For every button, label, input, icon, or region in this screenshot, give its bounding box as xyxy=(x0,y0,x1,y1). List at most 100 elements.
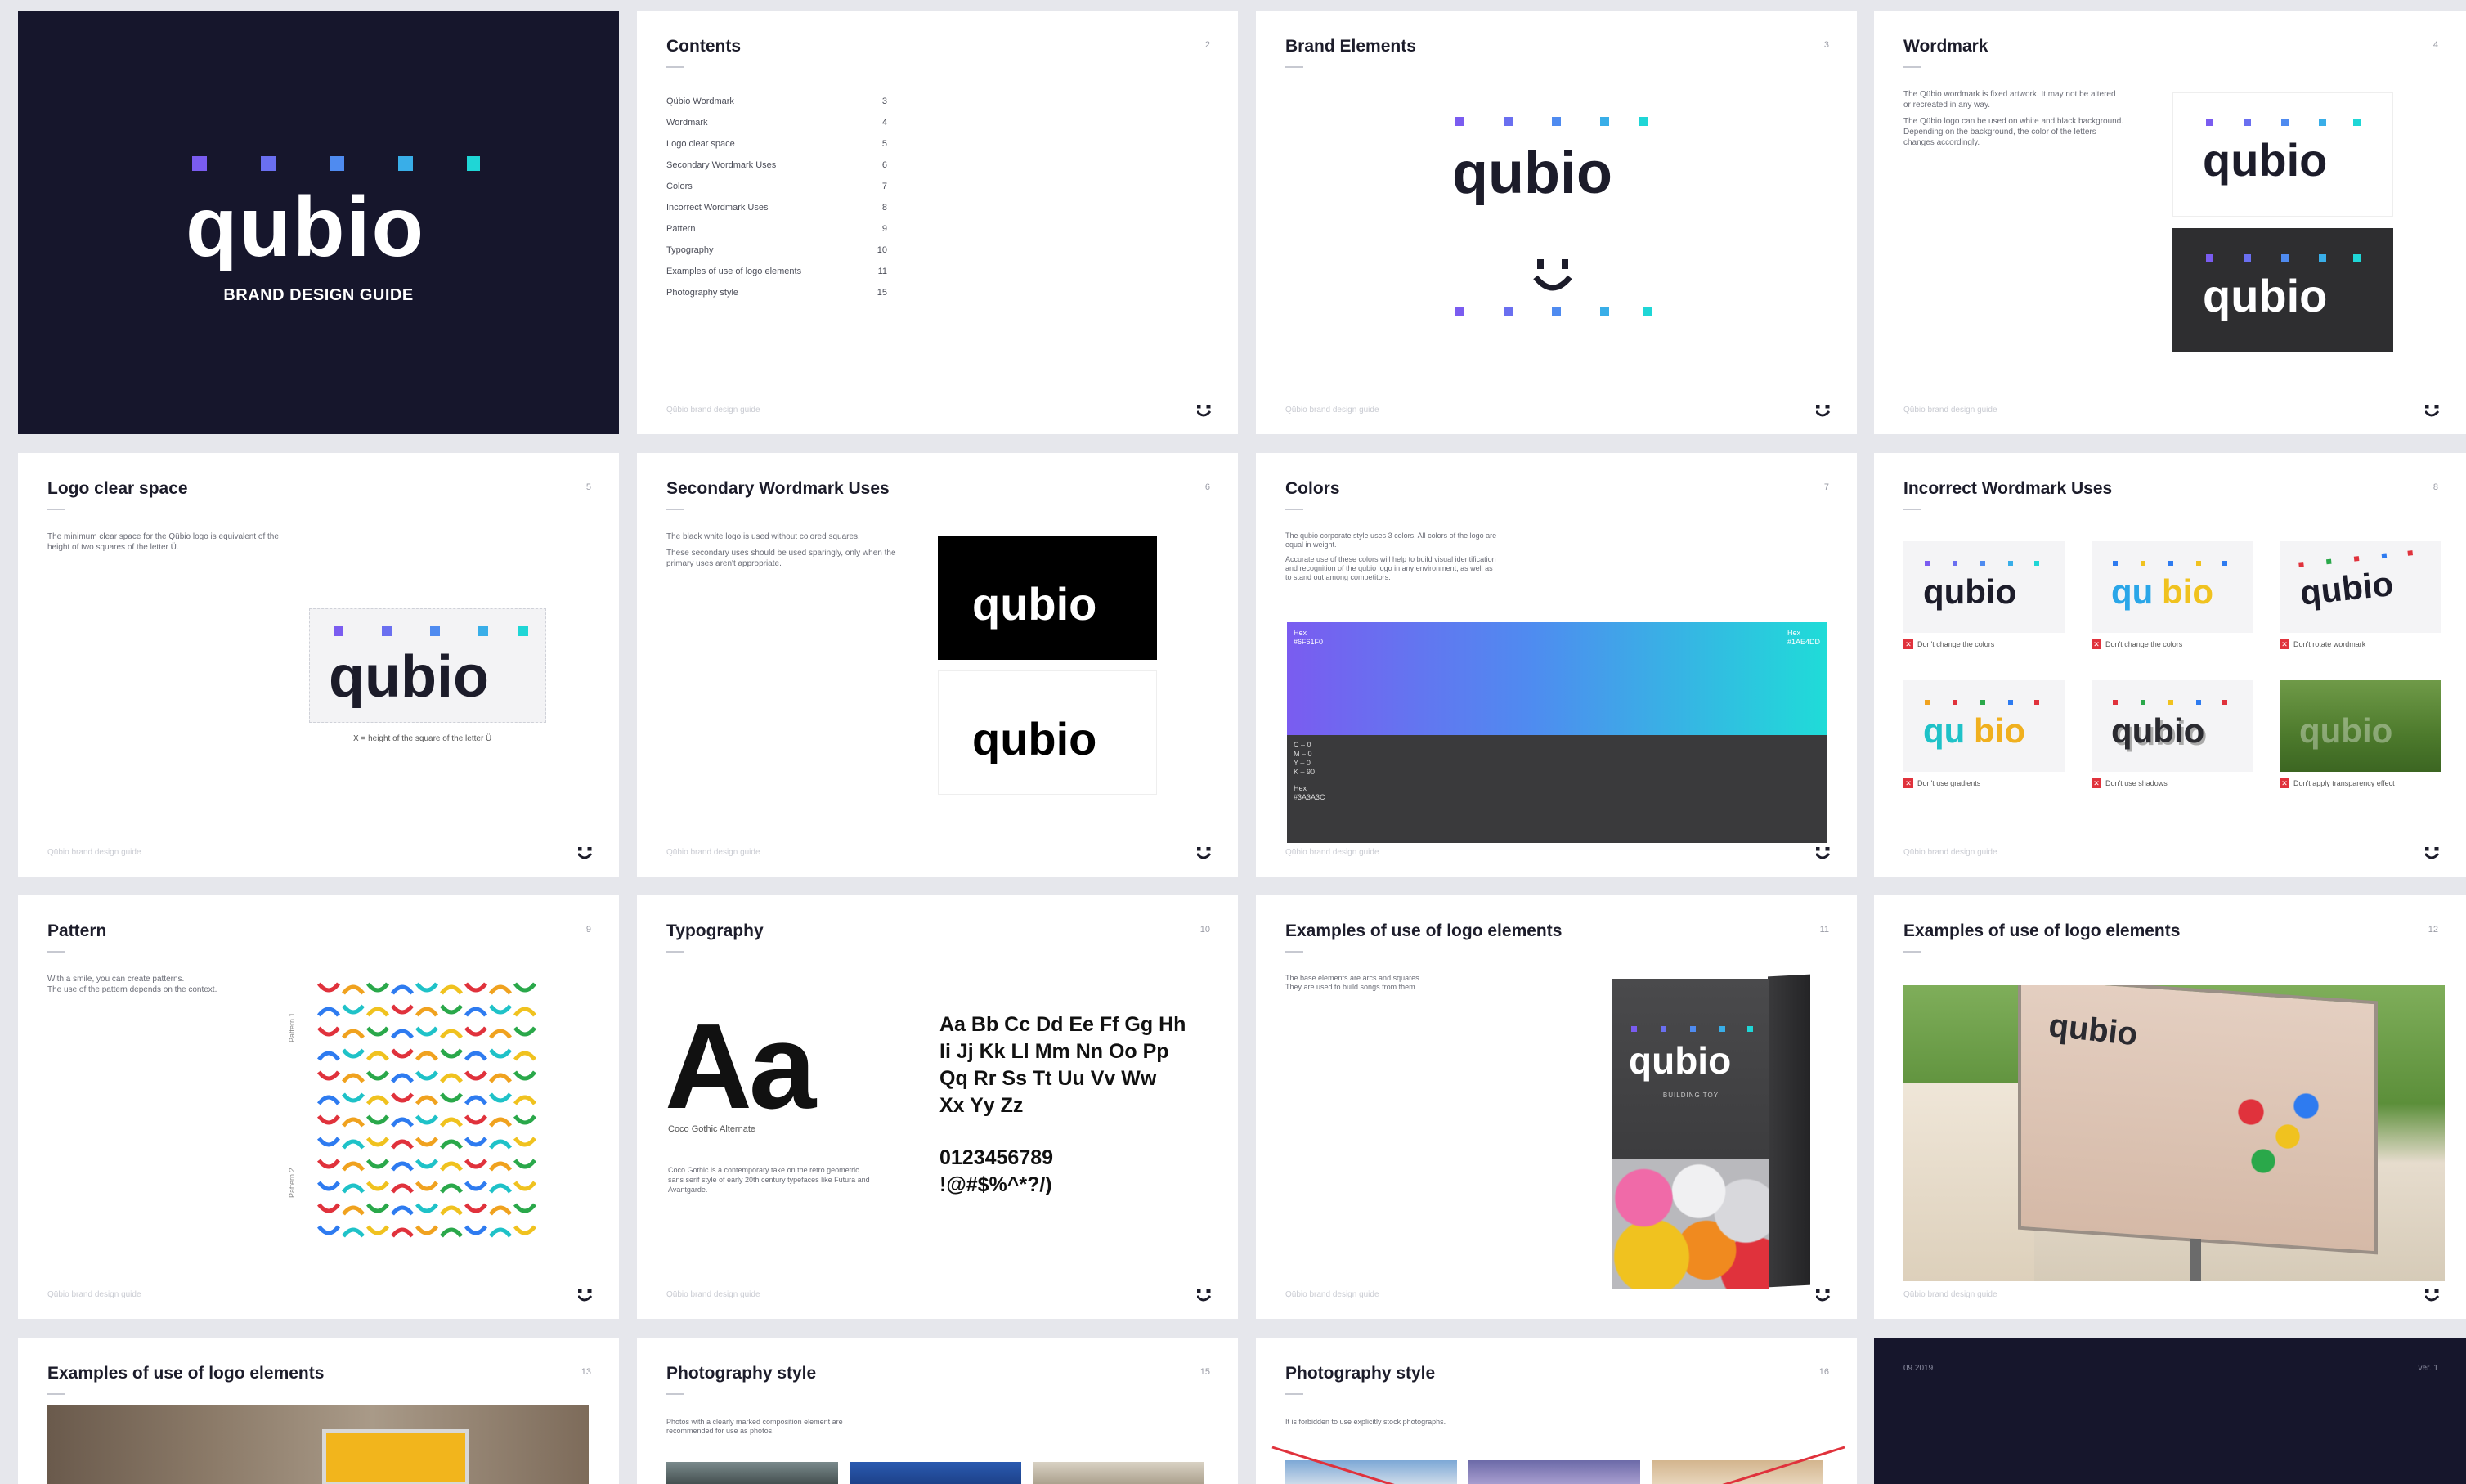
smile-icon xyxy=(1197,847,1212,859)
hex-left: Hex #6F61F0 xyxy=(1294,629,1324,646)
pattern-arc xyxy=(391,1227,414,1238)
pattern-arc xyxy=(317,1137,340,1147)
incorrect-caption: ✕ Don't change the colors xyxy=(2092,639,2182,649)
slide-colors[interactable]: Colors 7 The qubio corporate style uses … xyxy=(1256,453,1857,877)
slide-footer: Qübio brand design guide xyxy=(47,1290,141,1299)
slide-brand-elements[interactable]: Brand Elements 3 qubio Qübio brand desig… xyxy=(1256,11,1857,434)
pattern-arc xyxy=(440,1029,463,1039)
pattern-arc xyxy=(317,1181,340,1191)
pattern-arc xyxy=(440,1048,463,1059)
pattern-arc xyxy=(440,984,463,995)
pattern-arc xyxy=(391,1004,414,1015)
incorrect-caption: ✕ Don't use gradients xyxy=(1903,778,1980,788)
wordmark-dark: qubio xyxy=(2203,254,2361,321)
smile-icon xyxy=(1197,1289,1212,1302)
contents-item[interactable]: Logo clear space 5 xyxy=(666,133,887,155)
slide-photography-1[interactable]: Photography style 15 Photos with a clear… xyxy=(637,1338,1238,1484)
contents-item[interactable]: Qübio Wordmark 3 xyxy=(666,91,887,112)
page-number: 11 xyxy=(1819,925,1829,935)
smile-element xyxy=(1533,259,1572,291)
slide-title: Wordmark xyxy=(1903,37,1988,56)
slide-typography[interactable]: Typography 10 Aa Coco Gothic Alternate C… xyxy=(637,895,1238,1319)
page-number: 4 xyxy=(2432,40,2438,50)
contents-item[interactable]: Photography style 15 xyxy=(666,282,887,303)
pattern-arc xyxy=(317,1114,340,1125)
pattern-arc xyxy=(342,1073,365,1083)
page-number: 8 xyxy=(2432,482,2438,492)
pattern-arc xyxy=(464,1026,487,1037)
pattern-arc xyxy=(391,984,414,995)
wordmark-shadow-example: qubioqubio xyxy=(2111,700,2227,752)
pattern-arc xyxy=(415,1203,438,1213)
slide-text: Photos with a clearly marked composition… xyxy=(666,1418,843,1435)
smile-icon xyxy=(1816,847,1831,859)
slide-secondary-uses[interactable]: Secondary Wordmark Uses 6 The black whit… xyxy=(637,453,1238,877)
title-rule xyxy=(1285,509,1303,510)
pattern-arc xyxy=(366,1051,389,1061)
pattern-arc xyxy=(464,1159,487,1169)
slide-title: Colors xyxy=(1285,479,1340,498)
slide-title: Contents xyxy=(666,37,741,56)
pattern-arc xyxy=(513,1137,536,1147)
pattern-arc xyxy=(440,1205,463,1216)
slide-examples-sign[interactable]: Examples of use of logo elements 13 xyxy=(18,1338,619,1484)
title-rule xyxy=(47,1393,65,1395)
svg-text:bio: bio xyxy=(1974,711,2025,750)
dark-swatch xyxy=(1287,735,1827,843)
photo-sample xyxy=(1033,1462,1204,1484)
date-label: 09.2019 xyxy=(1903,1364,1934,1373)
slide-text: The minimum clear space for the Qübio lo… xyxy=(47,532,279,552)
smile-icon xyxy=(2425,847,2440,859)
pattern-arc xyxy=(342,1117,365,1128)
pattern-arc xyxy=(513,1026,536,1037)
pattern-arc xyxy=(415,1225,438,1235)
pattern-arc xyxy=(317,1225,340,1235)
slide-back-cover[interactable]: 09.2019 ver. 1 xyxy=(1874,1338,2466,1484)
pattern-arc xyxy=(489,1117,512,1128)
slide-photography-2[interactable]: Photography style 16 It is forbidden to … xyxy=(1256,1338,1857,1484)
billboard-photo: qubio xyxy=(1903,985,2445,1281)
pattern-arc xyxy=(440,1073,463,1083)
page-number: 9 xyxy=(585,925,591,935)
slide-wordmark[interactable]: Wordmark 4 The Qübio wordmark is fixed a… xyxy=(1874,11,2466,434)
gradient-swatch xyxy=(1287,622,1827,735)
pattern-arc xyxy=(489,1227,512,1238)
smile-icon xyxy=(1816,1289,1831,1302)
slide-pattern[interactable]: Pattern 9 With a smile, you can create p… xyxy=(18,895,619,1319)
pattern-arc xyxy=(489,1073,512,1083)
slide-examples-billboard[interactable]: Examples of use of logo elements 12 qubi… xyxy=(1874,895,2466,1319)
pattern-arc xyxy=(464,1137,487,1147)
font-name: Coco Gothic Alternate xyxy=(668,1124,756,1134)
wordmark-black: qubio xyxy=(972,713,1096,764)
pattern-arc xyxy=(489,1161,512,1172)
contents-item[interactable]: Colors 7 xyxy=(666,176,887,197)
slide-clear-space[interactable]: Logo clear space 5 The minimum clear spa… xyxy=(18,453,619,877)
contents-item[interactable]: Examples of use of logo elements 11 xyxy=(666,261,887,282)
pattern-arc xyxy=(489,984,512,995)
svg-text:bio: bio xyxy=(2162,572,2213,611)
page-number: 10 xyxy=(1199,925,1210,935)
pattern-arc xyxy=(342,1227,365,1238)
slide-cover[interactable]: qubio BRAND DESIGN GUIDE xyxy=(18,11,619,434)
slide-title: Examples of use of logo elements xyxy=(1285,921,1563,940)
slide-title: Photography style xyxy=(1285,1364,1436,1383)
pattern-arc xyxy=(342,1029,365,1039)
page-number: 15 xyxy=(1199,1367,1210,1377)
pattern-arc xyxy=(366,1225,389,1235)
contents-item[interactable]: Typography 10 xyxy=(666,240,887,261)
slide-title: Incorrect Wordmark Uses xyxy=(1903,479,2113,498)
contents-item[interactable]: Incorrect Wordmark Uses 8 xyxy=(666,197,887,218)
contents-item[interactable]: Wordmark 4 xyxy=(666,112,887,133)
wordmark-white: qubio xyxy=(972,578,1096,630)
hex-right: Hex #1AE4DD xyxy=(1787,629,1821,646)
slide-contents[interactable]: Contents 2 Qübio Wordmark 3 Wordmark 4 Log… xyxy=(637,11,1238,434)
slide-examples-box[interactable]: Examples of use of logo elements 11 The … xyxy=(1256,895,1857,1319)
pattern-arc xyxy=(391,1205,414,1216)
title-rule xyxy=(1285,66,1303,68)
slide-incorrect-uses[interactable]: Incorrect Wordmark Uses 8 qubio ✕ Don't c… xyxy=(1874,453,2466,877)
contents-item[interactable]: Pattern 9 xyxy=(666,218,887,240)
pattern-grid xyxy=(317,982,536,1238)
product-box-side xyxy=(1768,974,1810,1288)
contents-item[interactable]: Secondary Wordmark Uses 6 xyxy=(666,155,887,176)
page-number: 5 xyxy=(585,482,591,492)
